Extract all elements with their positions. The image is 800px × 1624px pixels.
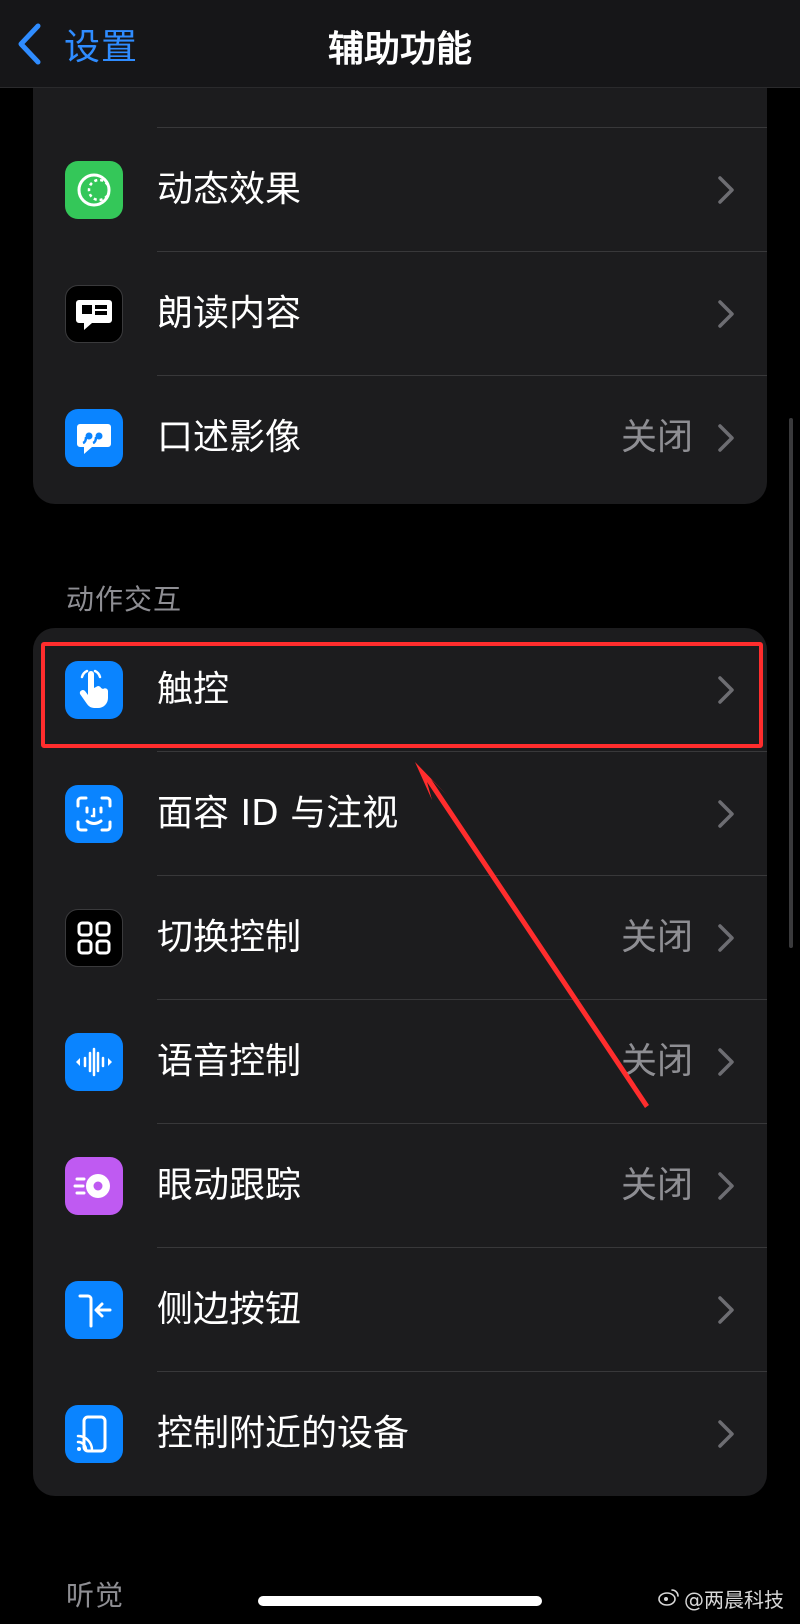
touch-hand-icon <box>65 661 123 719</box>
section-header: 听觉 <box>66 1579 125 1612</box>
navigation-bar: 设置 辅助功能 <box>0 0 800 88</box>
row-label: 口述影像 <box>157 417 302 458</box>
row-value: 关闭 <box>620 1041 693 1082</box>
settings-group-motor: 触控 面容 ID 与注视 切换控制 关闭 语音控制 关闭 眼动跟踪 关闭 侧边按… <box>33 628 767 1496</box>
section-header: 动作交互 <box>66 583 183 616</box>
row-value: 关闭 <box>620 1165 693 1206</box>
row-label: 控制附近的设备 <box>157 1413 410 1454</box>
voice-control-icon <box>65 1033 123 1091</box>
sidebar-item-nearby-devices[interactable]: 控制附近的设备 <box>33 1372 767 1496</box>
page-title: 辅助功能 <box>327 29 472 70</box>
spoken-content-icon <box>65 285 123 343</box>
eye-tracking-icon <box>65 1157 123 1215</box>
watermark: @两晨科技 <box>658 1584 784 1613</box>
home-indicator[interactable] <box>258 1596 542 1606</box>
sidebar-item-side-button[interactable]: 侧边按钮 <box>33 1248 767 1372</box>
row-label: 面容 ID 与注视 <box>157 793 399 834</box>
row-value: 关闭 <box>620 917 693 958</box>
switch-control-icon <box>65 909 123 967</box>
audio-descriptions-icon <box>65 409 123 467</box>
chevron-right-icon <box>718 1172 734 1200</box>
sidebar-item-switch-control[interactable]: 切换控制 关闭 <box>33 876 767 1000</box>
scrollbar[interactable] <box>789 418 793 948</box>
sidebar-item-face-id[interactable]: 面容 ID 与注视 <box>33 752 767 876</box>
chevron-right-icon <box>718 176 734 204</box>
row-label: 语音控制 <box>157 1041 302 1082</box>
settings-group-vision: 动态效果 朗读内容 口述影像 关闭 <box>33 30 767 504</box>
sidebar-item-eye-tracking[interactable]: 眼动跟踪 关闭 <box>33 1124 767 1248</box>
row-label: 切换控制 <box>157 917 302 958</box>
row-value: 关闭 <box>620 417 693 458</box>
sidebar-item-motion[interactable]: 动态效果 <box>33 128 767 252</box>
watermark-text: @两晨科技 <box>684 1588 784 1612</box>
chevron-right-icon <box>718 676 734 704</box>
chevron-right-icon <box>718 800 734 828</box>
motion-icon <box>65 161 123 219</box>
face-id-icon <box>65 785 123 843</box>
side-button-icon <box>65 1281 123 1339</box>
chevron-right-icon <box>718 1420 734 1448</box>
row-label: 侧边按钮 <box>157 1289 302 1330</box>
sidebar-item-voice-control[interactable]: 语音控制 关闭 <box>33 1000 767 1124</box>
chevron-right-icon <box>718 1296 734 1324</box>
chevron-right-icon <box>718 1048 734 1076</box>
nearby-devices-icon <box>65 1405 123 1463</box>
sidebar-item-audio-descriptions[interactable]: 口述影像 关闭 <box>33 376 767 500</box>
row-label: 眼动跟踪 <box>157 1165 302 1206</box>
chevron-right-icon <box>718 924 734 952</box>
chevron-right-icon <box>718 300 734 328</box>
row-label: 朗读内容 <box>157 293 302 334</box>
sidebar-item-touch[interactable]: 触控 <box>33 628 767 752</box>
sidebar-item-spoken-content[interactable]: 朗读内容 <box>33 252 767 376</box>
weibo-logo-icon <box>658 1587 680 1611</box>
row-label: 动态效果 <box>157 169 302 210</box>
chevron-right-icon <box>718 424 734 452</box>
row-label: 触控 <box>157 669 230 710</box>
